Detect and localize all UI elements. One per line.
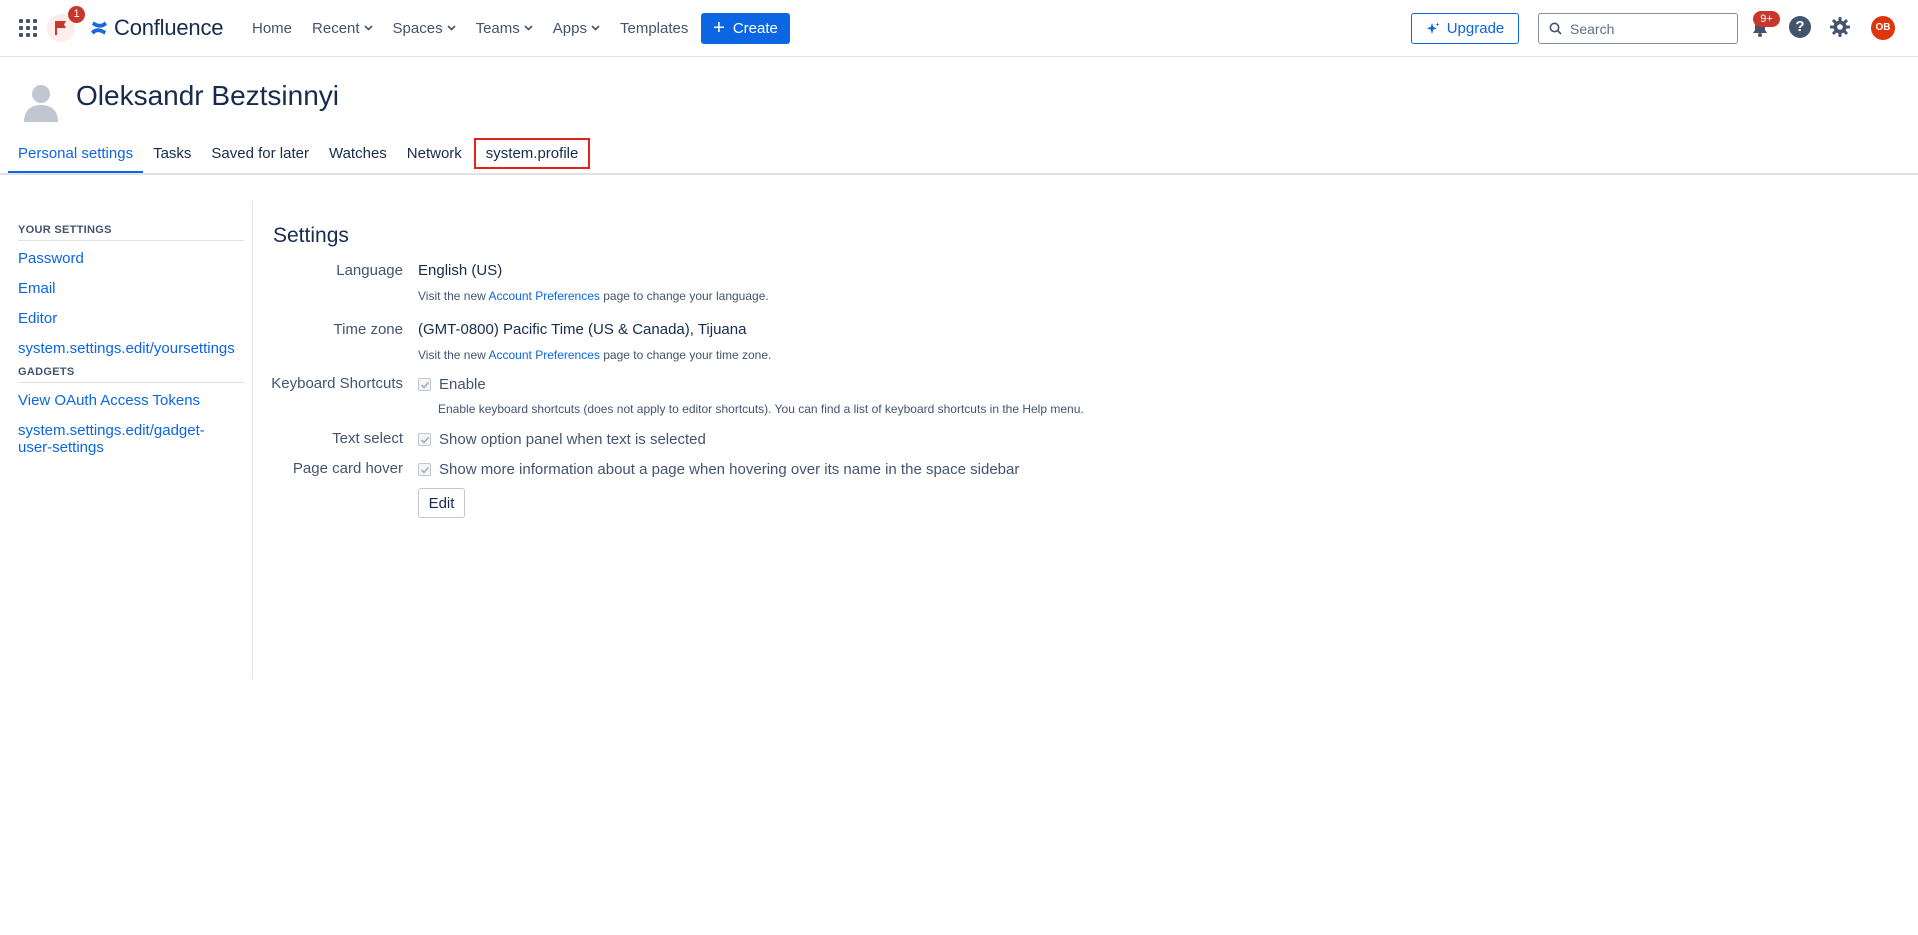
keyboard-shortcuts-checkbox[interactable]	[418, 378, 431, 391]
keyboard-shortcuts-option: Enable	[418, 376, 486, 393]
tab-watches[interactable]: Watches	[319, 138, 397, 174]
search-icon	[1549, 22, 1562, 35]
language-hint-text: Visit the new	[418, 289, 489, 303]
sidebar-item-gadget-user-settings[interactable]: system.settings.edit/gadget-user-setting…	[18, 422, 228, 456]
checkmark-icon	[420, 436, 430, 444]
profile-tabs: Personal settings Tasks Saved for later …	[8, 138, 591, 175]
nav-home[interactable]: Home	[252, 20, 292, 37]
text-select-option: Show option panel when text is selected	[418, 431, 706, 448]
help-icon[interactable]: ?	[1789, 16, 1811, 38]
sidebar-item-yoursettings[interactable]: system.settings.edit/yoursettings	[18, 340, 252, 357]
language-value: English (US)	[418, 262, 503, 279]
timezone-hint-text: Visit the new	[418, 348, 489, 362]
notifications-badge: 9+	[1753, 11, 1780, 27]
sidebar-item-editor[interactable]: Editor	[18, 310, 252, 327]
confluence-logo[interactable]: Confluence	[90, 15, 224, 41]
nav-home-label: Home	[252, 19, 293, 37]
chevron-down-icon	[363, 25, 373, 31]
nav-spaces-label: Spaces	[392, 19, 443, 37]
tabs-divider	[0, 173, 1918, 175]
gear-icon	[1830, 17, 1850, 37]
nav-apps[interactable]: Apps	[553, 20, 600, 37]
page-card-hover-label: Page card hover	[292, 460, 403, 477]
nav-spaces[interactable]: Spaces	[393, 20, 456, 37]
nav-apps-label: Apps	[552, 19, 587, 37]
timezone-value: (GMT-0800) Pacific Time (US & Canada), T…	[418, 321, 747, 338]
text-select-checkbox[interactable]	[418, 433, 431, 446]
flag-icon	[55, 21, 66, 35]
app-switcher-icon[interactable]	[19, 19, 37, 37]
checkmark-icon	[420, 466, 430, 474]
language-hint-suffix: page to change your language.	[599, 289, 769, 303]
sidebar-item-password[interactable]: Password	[18, 250, 252, 267]
keyboard-shortcuts-hint: Enable keyboard shortcuts (does not appl…	[438, 402, 1084, 416]
search-input[interactable]	[1570, 20, 1730, 37]
nav-teams[interactable]: Teams	[476, 20, 533, 37]
upgrade-button-label: Upgrade	[1446, 20, 1505, 37]
top-navigation: 1 Confluence Home Recent Spaces Teams Ap…	[0, 0, 1918, 57]
sparkle-icon	[1426, 22, 1440, 34]
language-hint: Visit the new Account Preferences page t…	[418, 289, 769, 303]
search-box[interactable]	[1538, 13, 1738, 44]
nav-teams-label: Teams	[475, 19, 520, 37]
tab-network[interactable]: Network	[397, 138, 472, 174]
page-card-hover-checkbox-label: Show more information about a page when …	[439, 461, 1020, 478]
edit-settings-button[interactable]: Edit	[418, 488, 465, 518]
account-preferences-link[interactable]: Account Preferences	[489, 348, 600, 362]
text-select-label: Text select	[332, 430, 403, 447]
sidebar-heading-your-settings: YOUR SETTINGS	[18, 224, 244, 241]
flag-badge: 1	[68, 6, 85, 23]
user-avatar[interactable]: OB	[1871, 16, 1895, 40]
language-label: Language	[336, 262, 403, 279]
tab-tasks[interactable]: Tasks	[143, 138, 201, 174]
settings-gear-button[interactable]	[1829, 16, 1851, 38]
confluence-logo-icon	[91, 21, 107, 35]
plus-icon: +	[713, 16, 725, 39]
keyboard-shortcuts-checkbox-label: Enable	[439, 376, 486, 393]
settings-title: Settings	[273, 224, 349, 247]
timezone-label: Time zone	[333, 321, 403, 338]
sidebar-heading-gadgets: GADGETS	[18, 366, 244, 383]
create-button[interactable]: + Create	[701, 13, 790, 44]
profile-avatar-icon	[24, 85, 58, 122]
nav-recent[interactable]: Recent	[312, 20, 373, 37]
timezone-hint-suffix: page to change your time zone.	[599, 348, 772, 362]
settings-sidebar: YOUR SETTINGS Password Email Editor syst…	[0, 201, 253, 679]
tab-personal-settings[interactable]: Personal settings	[8, 138, 144, 174]
create-button-label: Create	[732, 20, 778, 37]
account-preferences-link[interactable]: Account Preferences	[489, 289, 600, 303]
page-card-hover-checkbox[interactable]	[418, 463, 431, 476]
checkmark-icon	[420, 381, 430, 389]
keyboard-shortcuts-label: Keyboard Shortcuts	[271, 375, 403, 392]
nav-recent-label: Recent	[312, 19, 360, 37]
chevron-down-icon	[524, 25, 533, 31]
tab-saved-for-later[interactable]: Saved for later	[201, 138, 319, 174]
logo-text: Confluence	[114, 15, 224, 40]
profile-name: Oleksandr Beztsinnyi	[76, 80, 340, 111]
sidebar-item-email[interactable]: Email	[18, 280, 252, 297]
text-select-checkbox-label: Show option panel when text is selected	[439, 431, 706, 448]
upgrade-button[interactable]: Upgrade	[1411, 13, 1519, 44]
timezone-hint: Visit the new Account Preferences page t…	[418, 348, 771, 362]
page-card-hover-option: Show more information about a page when …	[418, 461, 1019, 478]
nav-templates[interactable]: Templates	[620, 20, 688, 37]
chevron-down-icon	[447, 25, 456, 31]
primary-nav: Home Recent Spaces Teams Apps Templates	[252, 0, 708, 56]
nav-templates-label: Templates	[619, 19, 689, 37]
sidebar-item-oauth-tokens[interactable]: View OAuth Access Tokens	[18, 392, 252, 409]
tab-system-profile[interactable]: system.profile	[473, 138, 591, 169]
chevron-down-icon	[591, 25, 600, 31]
